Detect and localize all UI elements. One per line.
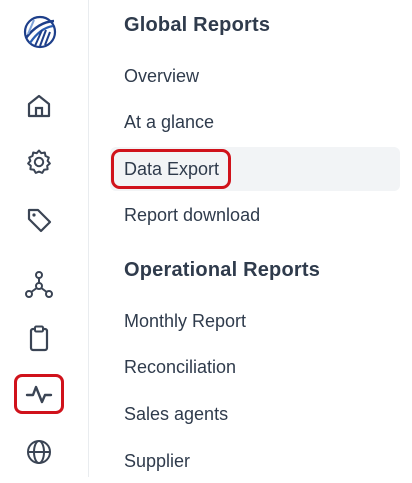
menu-item-report-download[interactable]: Report download xyxy=(110,193,400,237)
menu-item-label: Monthly Report xyxy=(124,311,247,331)
activity-icon[interactable] xyxy=(14,374,64,414)
gear-icon[interactable] xyxy=(14,142,64,182)
menu-item-label: Overview xyxy=(124,66,200,86)
network-icon[interactable] xyxy=(14,264,64,304)
menu-item-label: At a glance xyxy=(124,112,215,132)
menu-item-at-a-glance[interactable]: At a glance xyxy=(110,100,400,144)
menu-item-overview[interactable]: Overview xyxy=(110,54,400,98)
menu-item-sales-agents[interactable]: Sales agents xyxy=(110,392,400,436)
section-title-global-reports: Global Reports xyxy=(124,14,271,36)
tag-icon[interactable] xyxy=(14,200,64,240)
section-title-operational-reports: Operational Reports xyxy=(124,259,321,281)
menu-item-reconciliation[interactable]: Reconciliation xyxy=(110,345,400,389)
icon-rail xyxy=(0,0,89,477)
menu-item-monthly-report[interactable]: Monthly Report xyxy=(110,299,400,343)
logo-icon[interactable] xyxy=(20,12,60,52)
globe-icon[interactable] xyxy=(14,432,64,472)
menu-item-data-export[interactable]: Data Export xyxy=(110,147,400,191)
menu-item-supplier[interactable]: Supplier xyxy=(110,439,400,483)
clipboard-icon[interactable] xyxy=(14,318,64,358)
menu-item-label: Report download xyxy=(124,205,261,225)
home-icon[interactable] xyxy=(14,86,64,126)
menu-item-label: Reconciliation xyxy=(124,357,237,377)
menu-item-label: Supplier xyxy=(124,451,191,471)
menu-item-label: Data Export xyxy=(110,147,232,191)
reports-menu: Global Reports Overview At a glance Data… xyxy=(110,0,402,477)
menu-item-label: Sales agents xyxy=(124,404,229,424)
